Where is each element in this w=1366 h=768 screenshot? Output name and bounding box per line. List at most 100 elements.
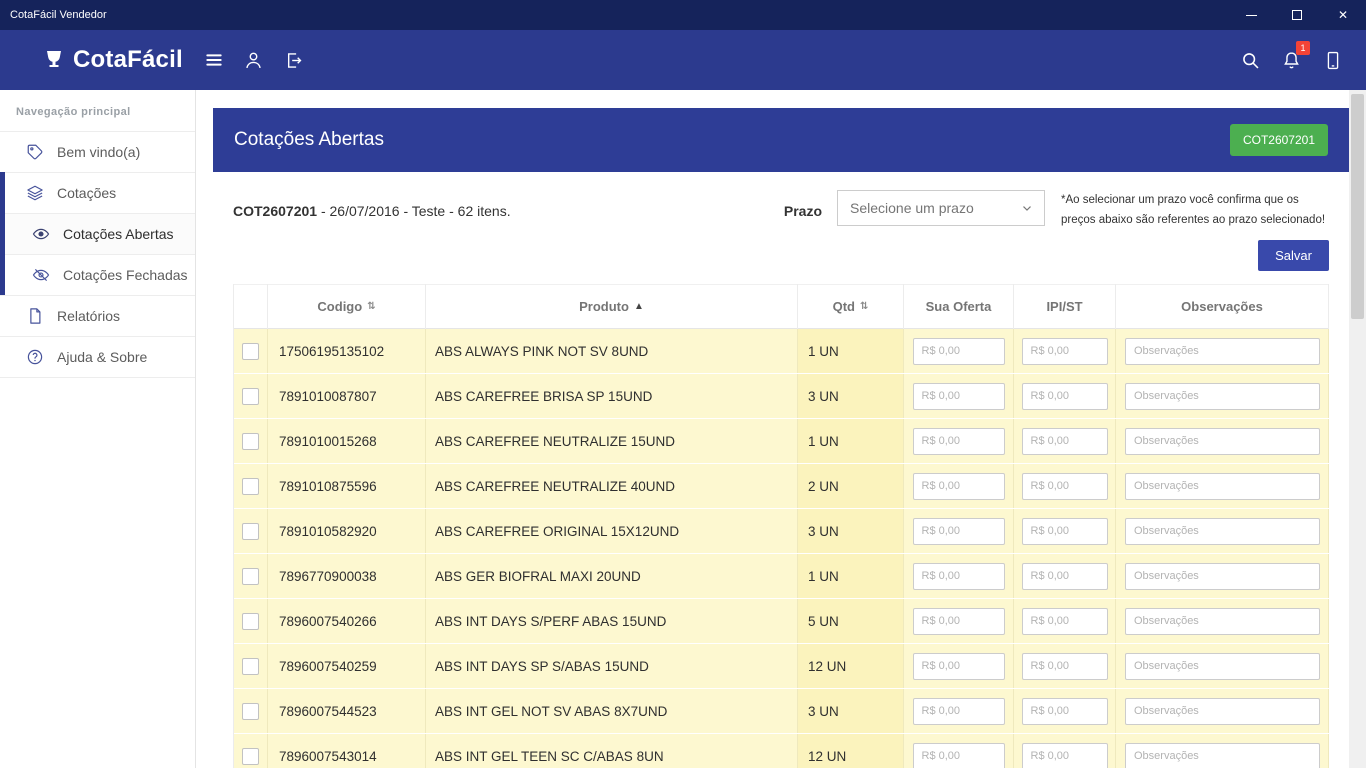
row-ipi-cell [1014,419,1116,464]
close-button[interactable]: ✕ [1320,0,1366,30]
sidebar-item-bem-vindo[interactable]: Bem vindo(a) [0,131,195,172]
table-body: 17506195135102 ABS ALWAYS PINK NOT SV 8U… [234,329,1329,768]
offer-input[interactable] [912,607,1005,635]
row-codigo: 7896007540266 [268,599,426,644]
row-checkbox[interactable] [242,612,259,630]
ipi-input[interactable] [1021,697,1108,725]
menu-icon[interactable] [201,48,226,73]
row-checkbox[interactable] [242,747,259,765]
row-checkbox[interactable] [242,342,259,360]
obs-input[interactable] [1125,697,1320,725]
scrollbar-track[interactable] [1349,90,1366,768]
row-checkbox[interactable] [242,387,259,405]
row-ipi-cell [1014,329,1116,374]
prazo-select-value: Selecione um prazo [850,200,974,216]
ipi-input[interactable] [1021,652,1108,680]
obs-input[interactable] [1125,472,1320,500]
notifications-icon[interactable]: 1 [1279,40,1310,73]
ipi-input[interactable] [1021,427,1108,455]
window-controls: ✕ [1228,0,1366,30]
save-button[interactable]: Salvar [1258,240,1329,272]
row-obs-cell [1116,374,1329,419]
ipi-input[interactable] [1021,337,1108,365]
ipi-input[interactable] [1021,607,1108,635]
offer-input[interactable] [912,562,1005,590]
sidebar-item-relatorios[interactable]: Relatórios [0,295,195,336]
row-obs-cell [1116,464,1329,509]
sidebar: Navegação principal Bem vindo(a) Cotaçõe… [0,90,196,768]
obs-input[interactable] [1125,337,1320,365]
table-header-select [234,284,268,330]
maximize-button[interactable] [1274,0,1320,30]
column-label: Qtd [832,299,855,315]
offer-input[interactable] [912,427,1005,455]
row-produto: ABS ALWAYS PINK NOT SV 8UND [426,329,798,374]
layers-icon [27,185,43,201]
sidebar-item-cotacoes-fechadas[interactable]: Cotações Fechadas [5,254,195,295]
row-ipi-cell [1014,644,1116,689]
row-checkbox[interactable] [242,657,259,675]
row-checkbox[interactable] [242,567,259,585]
row-codigo: 7896007544523 [268,689,426,734]
row-ipi-cell [1014,374,1116,419]
row-obs-cell [1116,329,1329,374]
obs-input[interactable] [1125,427,1320,455]
obs-input[interactable] [1125,382,1320,410]
logout-icon[interactable] [281,48,306,73]
obs-input[interactable] [1125,742,1320,768]
table-header-qtd[interactable]: Qtd ⇅ [798,284,904,330]
row-produto: ABS CAREFREE BRISA SP 15UND [426,374,798,419]
row-checkbox[interactable] [242,432,259,450]
offer-input[interactable] [912,517,1005,545]
row-checkbox[interactable] [242,477,259,495]
sidebar-divider [0,377,195,378]
sidebar-item-cotacoes-abertas[interactable]: Cotações Abertas [5,213,195,254]
offer-input[interactable] [912,382,1005,410]
offer-input[interactable] [912,697,1005,725]
offer-input[interactable] [912,472,1005,500]
scrollbar-thumb[interactable] [1351,94,1364,319]
header-nav [201,30,306,90]
table-row: 7896770900038 ABS GER BIOFRAL MAXI 20UND… [234,554,1329,600]
ipi-input[interactable] [1021,382,1108,410]
ipi-input[interactable] [1021,472,1108,500]
row-offer-cell [904,329,1014,374]
row-codigo: 7891010087807 [268,374,426,419]
help-icon [27,349,43,365]
offer-input[interactable] [912,652,1005,680]
prazo-select[interactable]: Selecione um prazo [837,190,1045,226]
quotation-code-button[interactable]: COT2607201 [1229,124,1328,156]
ipi-input[interactable] [1021,562,1108,590]
mobile-icon[interactable] [1320,48,1345,73]
row-produto: ABS GER BIOFRAL MAXI 20UND [426,554,798,599]
obs-input[interactable] [1125,517,1320,545]
row-ipi-cell [1014,509,1116,554]
table-header-produto[interactable]: Produto ▲ [426,284,798,330]
row-offer-cell [904,734,1014,768]
obs-input[interactable] [1125,607,1320,635]
sidebar-item-label: Cotações Fechadas [63,267,188,283]
obs-input[interactable] [1125,652,1320,680]
row-produto: ABS INT GEL NOT SV ABAS 8X7UND [426,689,798,734]
row-obs-cell [1116,419,1329,464]
sidebar-item-ajuda-sobre[interactable]: Ajuda & Sobre [0,336,195,377]
table-row: 17506195135102 ABS ALWAYS PINK NOT SV 8U… [234,329,1329,375]
offer-input[interactable] [912,337,1005,365]
sidebar-item-label: Cotações Abertas [63,226,174,242]
sort-icon: ⇅ [860,301,869,313]
row-checkbox[interactable] [242,522,259,540]
obs-input[interactable] [1125,562,1320,590]
row-produto: ABS CAREFREE ORIGINAL 15X12UND [426,509,798,554]
offer-input[interactable] [912,742,1005,768]
user-icon[interactable] [241,48,266,73]
sidebar-item-cotacoes[interactable]: Cotações [5,172,195,213]
table-header-codigo[interactable]: Codigo ⇅ [268,284,426,330]
row-codigo: 7896007543014 [268,734,426,768]
row-offer-cell [904,464,1014,509]
ipi-input[interactable] [1021,517,1108,545]
search-icon[interactable] [1238,48,1263,73]
row-checkbox[interactable] [242,702,259,720]
row-codigo: 7896770900038 [268,554,426,599]
ipi-input[interactable] [1021,742,1108,768]
minimize-button[interactable] [1228,0,1274,30]
